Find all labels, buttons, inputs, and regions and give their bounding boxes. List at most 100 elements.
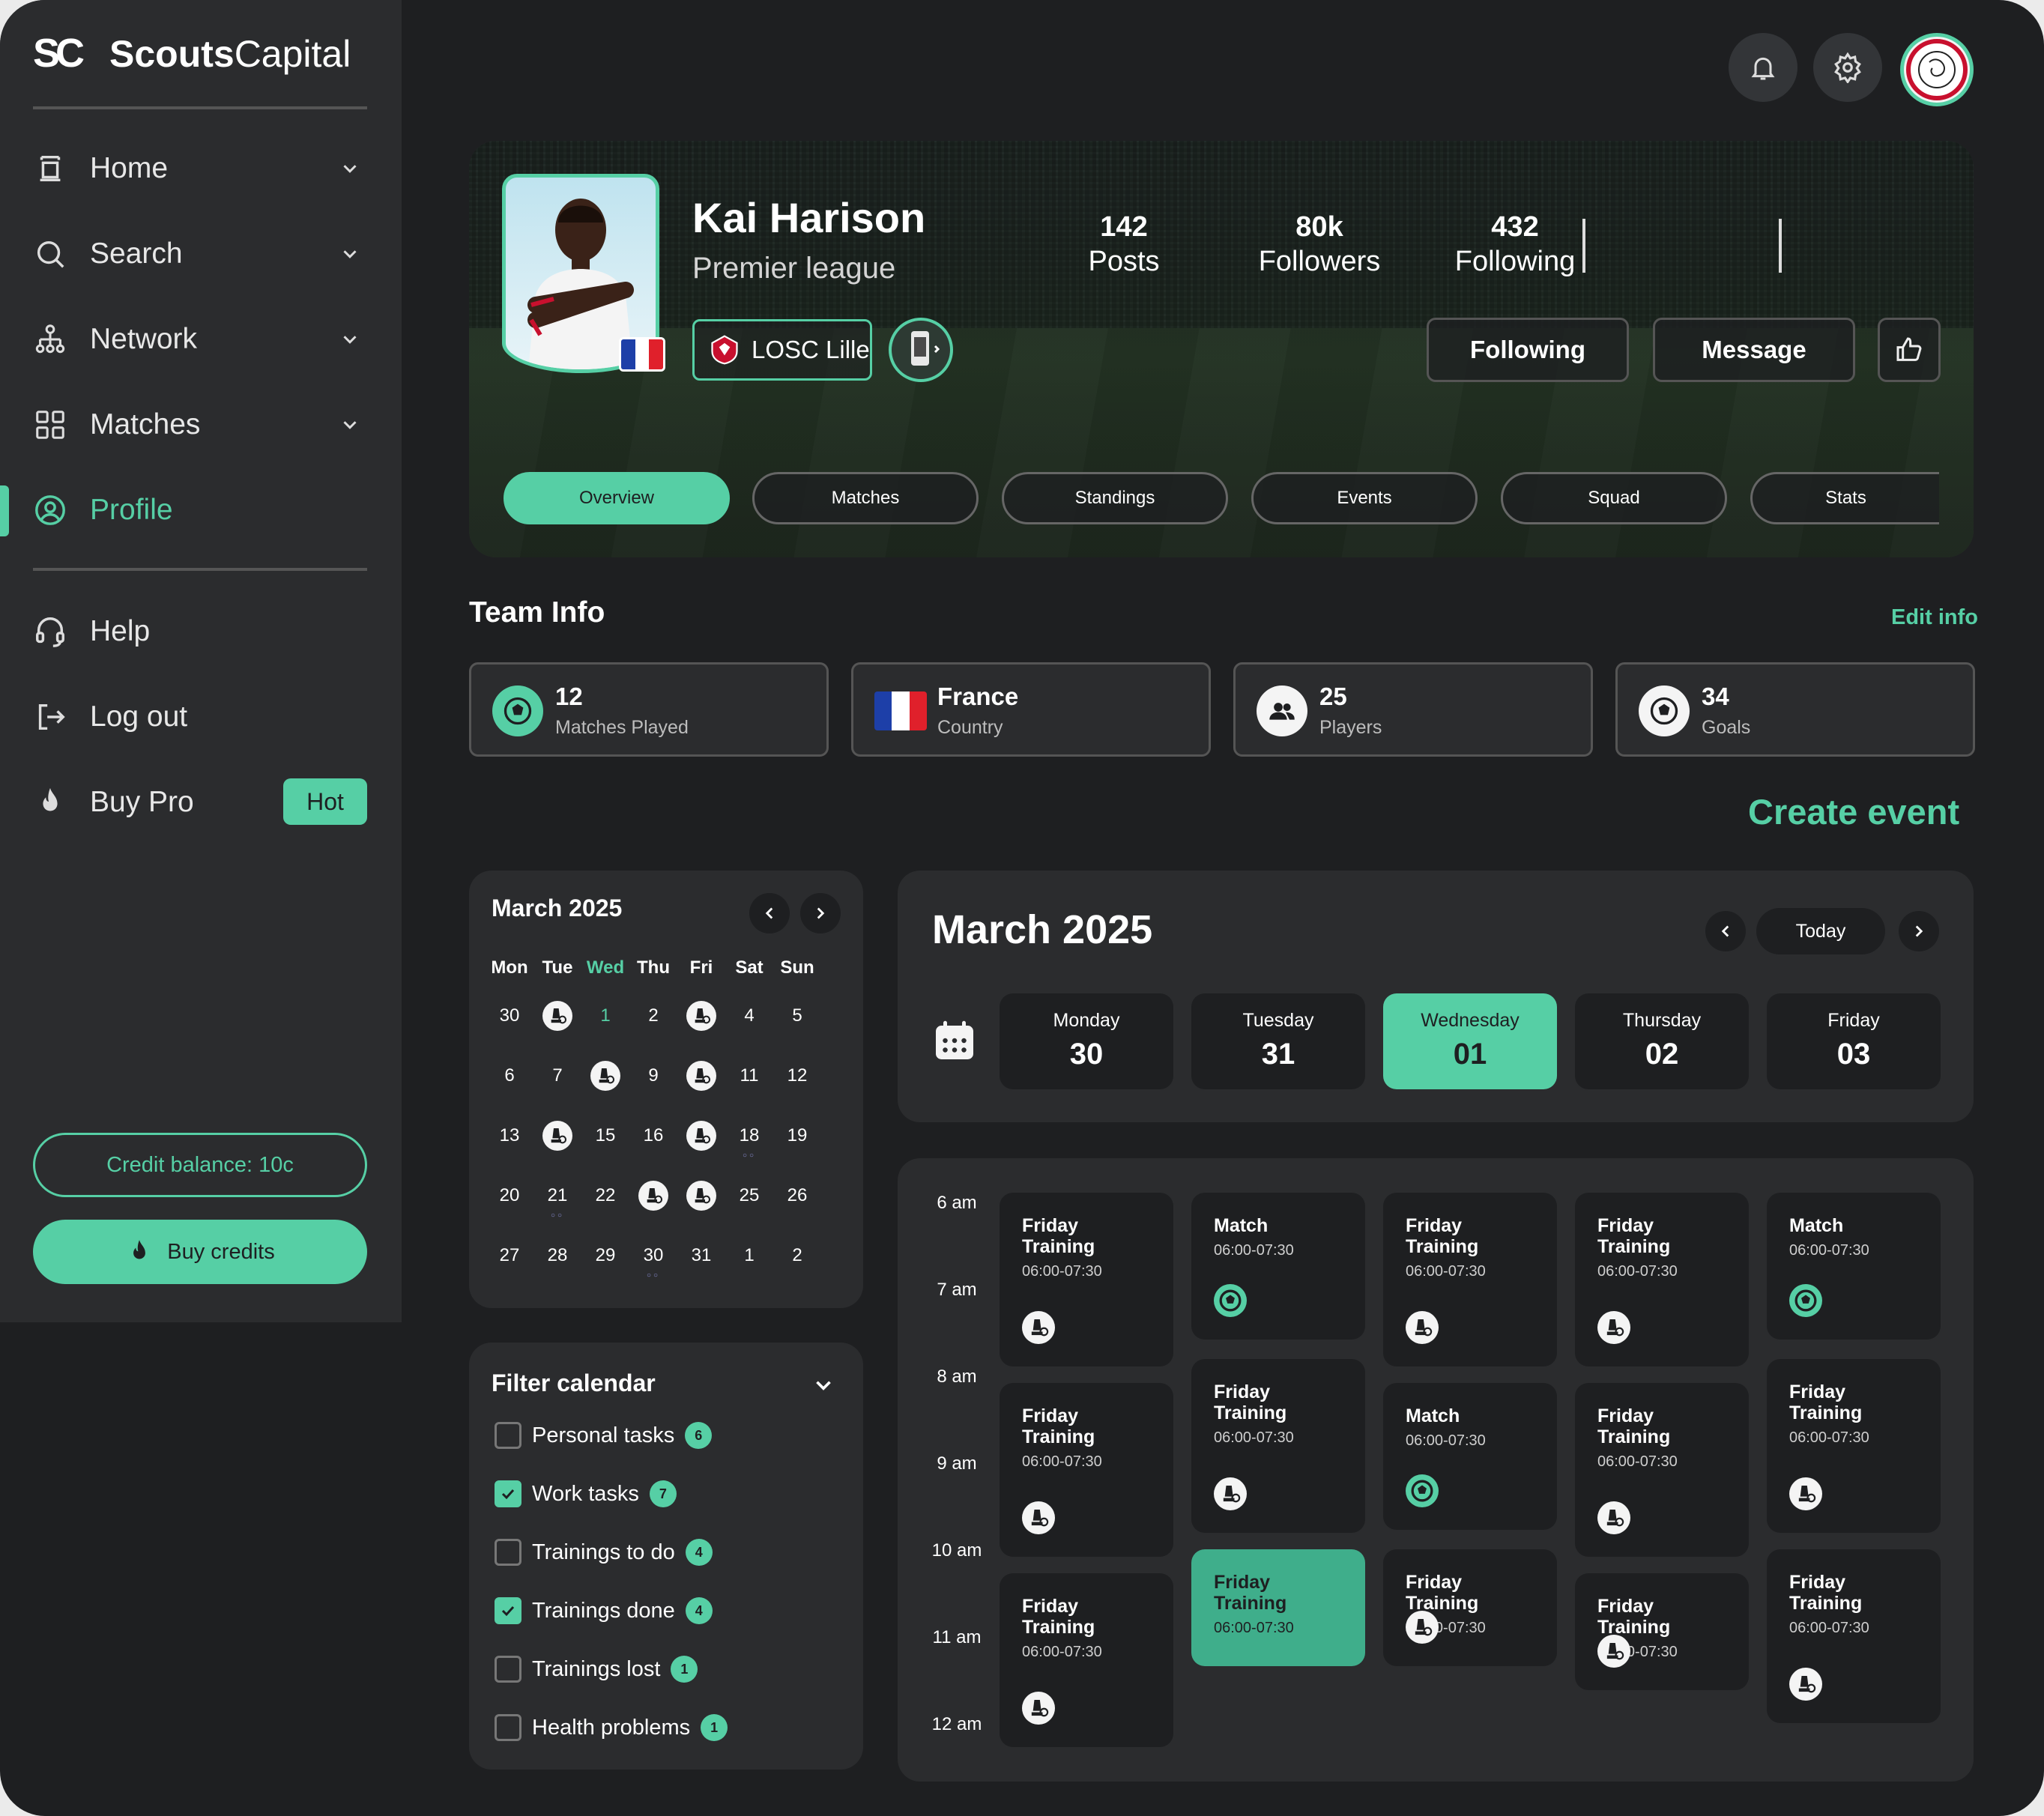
nav-network[interactable]: Network bbox=[0, 306, 402, 373]
calendar-day[interactable]: 30 bbox=[486, 999, 533, 1032]
calendar-day[interactable]: 22 bbox=[581, 1179, 629, 1212]
user-avatar[interactable] bbox=[1900, 33, 1974, 106]
filter-item[interactable]: Trainings done 4 bbox=[495, 1596, 713, 1626]
message-button[interactable]: Message bbox=[1653, 318, 1855, 382]
calendar-day[interactable]: 1 bbox=[725, 1239, 773, 1272]
create-event-button[interactable]: Create event bbox=[1748, 791, 1959, 832]
filter-item[interactable]: Work tasks 7 bbox=[495, 1479, 677, 1509]
checkbox[interactable] bbox=[495, 1422, 521, 1449]
settings-button[interactable] bbox=[1813, 33, 1882, 102]
calendar-day[interactable]: 20 bbox=[486, 1179, 533, 1212]
calendar-day[interactable]: 15 bbox=[581, 1119, 629, 1152]
calendar-day[interactable]: 30 bbox=[629, 1239, 677, 1272]
calendar-day[interactable]: 31 bbox=[677, 1239, 725, 1272]
chevron-down-icon[interactable] bbox=[811, 1372, 836, 1398]
day-column-header[interactable]: Monday 30 bbox=[1000, 993, 1173, 1089]
calendar-day[interactable]: 18 bbox=[725, 1119, 773, 1152]
filter-item[interactable]: Personal tasks 6 bbox=[495, 1420, 713, 1450]
credit-balance-button[interactable]: Credit balance: 10c bbox=[33, 1133, 367, 1197]
calendar-day[interactable]: 12 bbox=[773, 1059, 821, 1092]
calendar-day[interactable]: 28 bbox=[533, 1239, 581, 1272]
hour-label: 8 am bbox=[937, 1366, 977, 1387]
calendar-day[interactable]: 26 bbox=[773, 1179, 821, 1212]
training-event[interactable]: Friday Training 06:00-07:30 bbox=[1191, 1549, 1365, 1666]
calendar-day[interactable]: 7 bbox=[533, 1059, 581, 1092]
calendar-day[interactable]: 29 bbox=[581, 1239, 629, 1272]
training-icon[interactable] bbox=[686, 1001, 716, 1031]
training-event[interactable]: Friday Training 06:00-07:30 bbox=[1575, 1193, 1749, 1366]
training-icon[interactable] bbox=[542, 1001, 572, 1031]
checkbox[interactable] bbox=[495, 1597, 521, 1624]
tab-overview[interactable]: Overview bbox=[504, 472, 730, 524]
calendar-day[interactable]: 2 bbox=[629, 999, 677, 1032]
filter-item[interactable]: Trainings to do 4 bbox=[495, 1537, 713, 1567]
match-event[interactable]: Match 06:00-07:30 bbox=[1767, 1193, 1941, 1340]
following-button[interactable]: Following bbox=[1427, 318, 1629, 382]
club-switch-button[interactable] bbox=[889, 318, 953, 382]
calendar-day[interactable]: 6 bbox=[486, 1059, 533, 1092]
calendar-day[interactable]: 2 bbox=[773, 1239, 821, 1272]
training-event[interactable]: Friday Training 06:00-07:30 bbox=[1575, 1383, 1749, 1557]
day-column-header[interactable]: Tuesday 31 bbox=[1191, 993, 1365, 1089]
training-icon[interactable] bbox=[686, 1121, 716, 1151]
training-icon[interactable] bbox=[686, 1061, 716, 1091]
checkbox[interactable] bbox=[495, 1714, 521, 1741]
mini-calendar-title: March 2025 bbox=[492, 895, 623, 921]
calendar-day[interactable]: 5 bbox=[773, 999, 821, 1032]
training-event[interactable]: Friday Training 06:00-07:30 bbox=[1191, 1359, 1365, 1533]
day-column-header[interactable]: Thursday 02 bbox=[1575, 993, 1749, 1089]
training-icon[interactable] bbox=[542, 1121, 572, 1151]
tab-standings[interactable]: Standings bbox=[1002, 472, 1228, 524]
next-week-button[interactable] bbox=[1899, 911, 1939, 951]
nav-search[interactable]: Search bbox=[0, 220, 402, 288]
filter-item[interactable]: Health problems 1 bbox=[495, 1713, 728, 1743]
calendar-day[interactable]: 25 bbox=[725, 1179, 773, 1212]
checkbox[interactable] bbox=[495, 1539, 521, 1566]
nav-logout[interactable]: Log out bbox=[0, 683, 402, 751]
calendar-day[interactable]: 21 bbox=[533, 1179, 581, 1212]
calendar-day[interactable]: 13 bbox=[486, 1119, 533, 1152]
training-event[interactable]: Friday Training 06:00-07:30 bbox=[1767, 1359, 1941, 1533]
training-icon[interactable] bbox=[590, 1061, 620, 1091]
day-column-header[interactable]: Friday 03 bbox=[1767, 993, 1941, 1089]
training-event[interactable]: Friday Training 06:00-07:30 bbox=[1000, 1193, 1173, 1366]
tab-squad[interactable]: Squad bbox=[1501, 472, 1727, 524]
tab-matches[interactable]: Matches bbox=[752, 472, 979, 524]
today-button[interactable]: Today bbox=[1756, 908, 1885, 954]
day-column-header[interactable]: Wednesday 01 bbox=[1383, 993, 1557, 1089]
next-month-button[interactable] bbox=[800, 893, 841, 933]
nav-matches[interactable]: Matches bbox=[0, 391, 402, 458]
checkbox[interactable] bbox=[495, 1480, 521, 1507]
training-event[interactable]: Friday Training 06:00-07:30 bbox=[1575, 1573, 1749, 1690]
edit-info-link[interactable]: Edit info bbox=[1891, 605, 1978, 630]
calendar-day[interactable]: 19 bbox=[773, 1119, 821, 1152]
training-event[interactable]: Friday Training 06:00-07:30 bbox=[1000, 1573, 1173, 1747]
tab-stats[interactable]: Stats bbox=[1750, 472, 1939, 524]
club-badge[interactable]: LOSC Lille bbox=[692, 319, 872, 381]
training-event[interactable]: Friday Training 06:00-07:30 bbox=[1767, 1549, 1941, 1723]
calendar-day[interactable]: 16 bbox=[629, 1119, 677, 1152]
training-icon[interactable] bbox=[686, 1181, 716, 1211]
training-event[interactable]: Friday Training 06:00-07:30 bbox=[1000, 1383, 1173, 1557]
training-event[interactable]: Friday Training 06:00-07:30 bbox=[1383, 1193, 1557, 1366]
calendar-day[interactable]: 4 bbox=[725, 999, 773, 1032]
calendar-day[interactable]: 27 bbox=[486, 1239, 533, 1272]
match-event[interactable]: Match 06:00-07:30 bbox=[1383, 1383, 1557, 1530]
nav-profile[interactable]: Profile bbox=[0, 476, 402, 544]
nav-help[interactable]: Help bbox=[0, 598, 402, 665]
filter-item[interactable]: Trainings lost 1 bbox=[495, 1654, 698, 1684]
calendar-day[interactable]: 1 bbox=[581, 999, 629, 1032]
tab-events[interactable]: Events bbox=[1251, 472, 1478, 524]
calendar-day[interactable]: 11 bbox=[725, 1059, 773, 1092]
checkbox[interactable] bbox=[495, 1656, 521, 1683]
buy-credits-button[interactable]: Buy credits bbox=[33, 1220, 367, 1284]
prev-month-button[interactable] bbox=[749, 893, 790, 933]
nav-home[interactable]: Home bbox=[0, 135, 402, 202]
notifications-button[interactable] bbox=[1729, 33, 1797, 102]
match-event[interactable]: Match 06:00-07:30 bbox=[1191, 1193, 1365, 1340]
prev-week-button[interactable] bbox=[1705, 911, 1746, 951]
calendar-day[interactable]: 9 bbox=[629, 1059, 677, 1092]
training-event[interactable]: Friday Training 06:00-07:30 bbox=[1383, 1549, 1557, 1666]
training-icon[interactable] bbox=[638, 1181, 668, 1211]
like-button[interactable] bbox=[1878, 318, 1941, 382]
